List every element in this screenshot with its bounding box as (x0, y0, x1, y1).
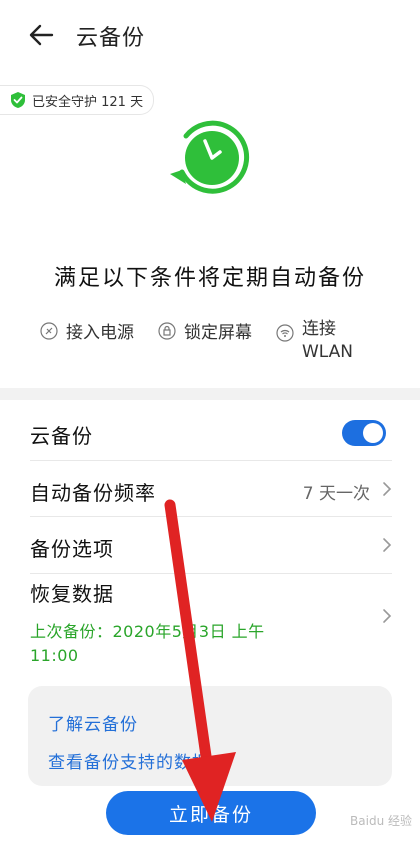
lock-icon (158, 321, 176, 340)
restore-label: 恢复数据 (30, 582, 114, 606)
condition-lock: 锁定屏幕 (158, 318, 252, 343)
page-title: 云备份 (76, 26, 146, 51)
back-button[interactable] (22, 18, 62, 52)
frequency-label: 自动备份频率 (30, 481, 156, 505)
chevron-right-icon (383, 482, 392, 496)
setting-row-frequency[interactable]: 自动备份频率 7 天一次 (30, 461, 392, 517)
last-backup-info: 上次备份：2020年5月3日 上午 11:00 (30, 620, 330, 668)
setting-row-backup-options[interactable]: 备份选项 (30, 517, 392, 574)
chevron-right-icon (383, 609, 392, 623)
chevron-right-icon (383, 538, 392, 552)
help-links-card: 了解云备份 查看备份支持的数据 (28, 686, 392, 786)
conditions-title: 满足以下条件将定期自动备份 (53, 266, 366, 291)
shield-check-icon (11, 92, 25, 108)
condition-wlan-label-line1: 连接 (302, 319, 336, 339)
protection-badge: 已安全守护 121 天 (0, 85, 155, 115)
condition-power: 接入电源 (40, 318, 134, 343)
frequency-value: 7 天一次 (302, 484, 370, 504)
condition-lock-label: 锁定屏幕 (184, 323, 252, 343)
plug-icon (40, 321, 58, 340)
condition-wlan: 连接 WLAN (276, 318, 353, 364)
cloud-backup-label: 云备份 (30, 424, 93, 448)
setting-row-restore[interactable]: 恢复数据 上次备份：2020年5月3日 上午 11:00 (30, 574, 392, 670)
backup-options-label: 备份选项 (30, 537, 114, 561)
backup-now-button[interactable]: 立即备份 (106, 791, 316, 835)
section-divider (0, 388, 420, 400)
learn-cloud-backup-link[interactable]: 了解云备份 (48, 710, 138, 735)
setting-row-cloud-backup: 云备份 (30, 404, 392, 461)
wifi-icon (276, 324, 294, 342)
cloud-backup-toggle[interactable] (342, 420, 386, 446)
condition-wlan-label-line2: WLAN (302, 342, 354, 362)
protection-days-text: 已安全守护 121 天 (32, 94, 144, 110)
arrow-left-icon (29, 24, 54, 46)
last-backup-line1: 上次备份：2020年5月3日 上午 (30, 622, 265, 641)
backup-clock-icon (170, 120, 250, 194)
toggle-knob (363, 423, 383, 443)
view-supported-data-link[interactable]: 查看备份支持的数据 (48, 748, 210, 773)
watermark: Baidu 经验 (350, 814, 412, 828)
last-backup-line2: 11:00 (30, 646, 79, 665)
condition-power-label: 接入电源 (66, 323, 134, 343)
